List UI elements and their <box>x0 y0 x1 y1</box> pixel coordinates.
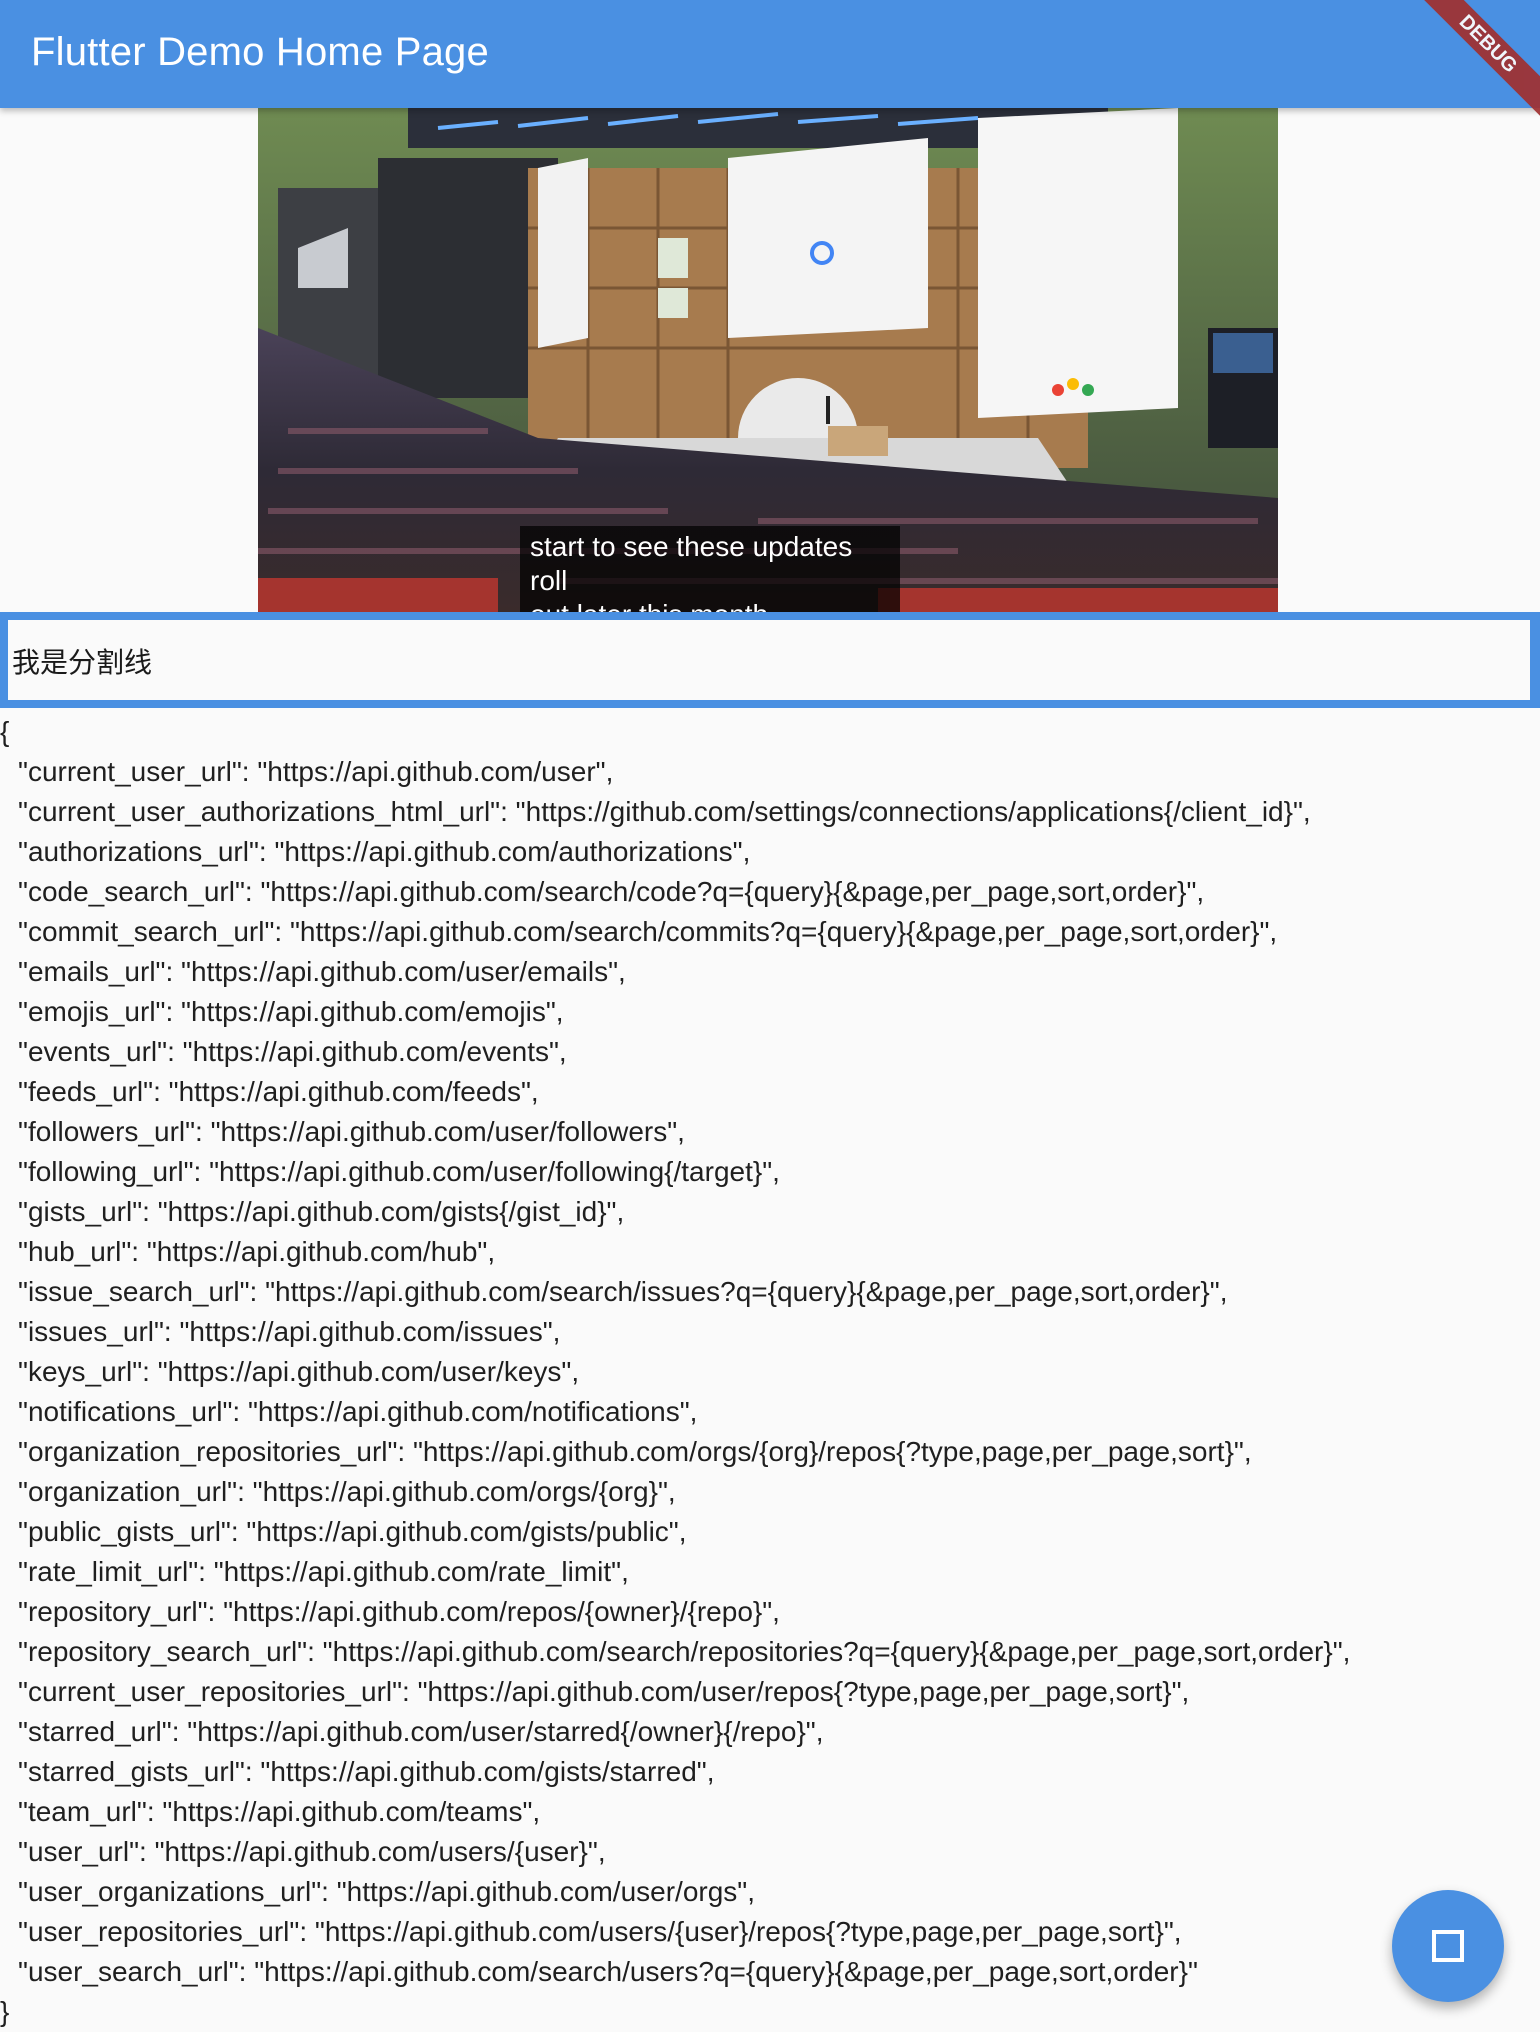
json-line: "starred_gists_url": "https://api.github… <box>18 1756 715 1787</box>
json-response-text: { "current_user_url": "https://api.githu… <box>0 712 1500 2032</box>
json-line: "user_search_url": "https://api.github.c… <box>18 1956 1198 1987</box>
json-line: "current_user_repositories_url": "https:… <box>18 1676 1190 1707</box>
video-caption: start to see these updates roll out late… <box>520 526 900 612</box>
video-player[interactable]: start to see these updates roll out late… <box>258 108 1278 612</box>
json-line: "events_url": "https://api.github.com/ev… <box>18 1036 567 1067</box>
json-line: "current_user_authorizations_html_url": … <box>18 796 1311 827</box>
json-line: "notifications_url": "https://api.github… <box>18 1396 698 1427</box>
json-line: "rate_limit_url": "https://api.github.co… <box>18 1556 629 1587</box>
json-line: "authorizations_url": "https://api.githu… <box>18 836 751 867</box>
json-line: "organization_repositories_url": "https:… <box>18 1436 1252 1467</box>
json-open-brace: { <box>0 716 10 747</box>
stop-icon <box>1432 1930 1464 1962</box>
json-line: "current_user_url": "https://api.github.… <box>18 756 614 787</box>
json-line: "organization_url": "https://api.github.… <box>18 1476 676 1507</box>
json-line: "code_search_url": "https://api.github.c… <box>18 876 1205 907</box>
stop-fab-button[interactable] <box>1392 1890 1504 2002</box>
json-line: "repository_url": "https://api.github.co… <box>18 1596 780 1627</box>
json-line: "commit_search_url": "https://api.github… <box>18 916 1278 947</box>
json-line: "repository_search_url": "https://api.gi… <box>18 1636 1351 1667</box>
json-line: "keys_url": "https://api.github.com/user… <box>18 1356 580 1387</box>
json-line: "issue_search_url": "https://api.github.… <box>18 1276 1228 1307</box>
divider-label: 我是分割线 <box>12 646 153 679</box>
json-line: "team_url": "https://api.github.com/team… <box>18 1796 541 1827</box>
page-title: Flutter Demo Home Page <box>31 30 489 74</box>
divider-container: 我是分割线 <box>0 612 1540 708</box>
json-line: "gists_url": "https://api.github.com/gis… <box>18 1196 625 1227</box>
json-line: "emails_url": "https://api.github.com/us… <box>18 956 626 987</box>
json-line: "followers_url": "https://api.github.com… <box>18 1116 685 1147</box>
app-bar: Flutter Demo Home Page <box>0 0 1540 108</box>
json-line: "hub_url": "https://api.github.com/hub", <box>18 1236 496 1267</box>
json-line: "emojis_url": "https://api.github.com/em… <box>18 996 564 1027</box>
json-close-brace: } <box>0 1996 10 2027</box>
json-line: "issues_url": "https://api.github.com/is… <box>18 1316 561 1347</box>
json-line: "feeds_url": "https://api.github.com/fee… <box>18 1076 539 1107</box>
json-line: "user_url": "https://api.github.com/user… <box>18 1836 606 1867</box>
json-line: "following_url": "https://api.github.com… <box>18 1156 780 1187</box>
json-line: "user_repositories_url": "https://api.gi… <box>18 1916 1182 1947</box>
json-line: "starred_url": "https://api.github.com/u… <box>18 1716 824 1747</box>
json-line: "public_gists_url": "https://api.github.… <box>18 1516 687 1547</box>
json-line: "user_organizations_url": "https://api.g… <box>18 1876 756 1907</box>
